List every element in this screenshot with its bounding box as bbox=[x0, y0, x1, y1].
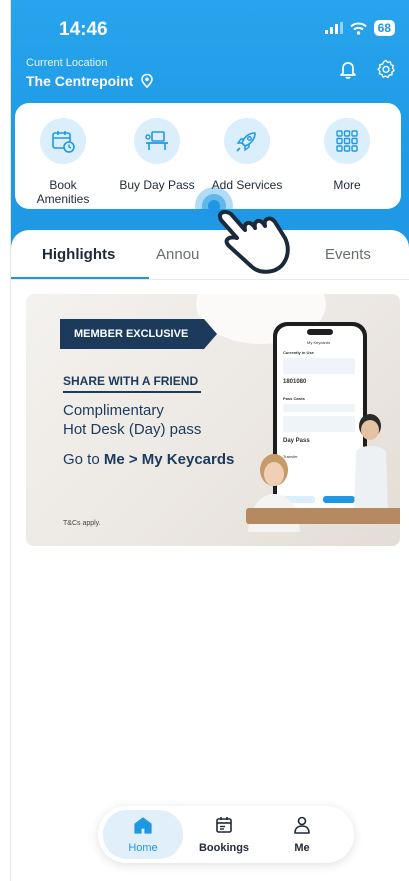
desk-icon bbox=[134, 118, 180, 164]
nav-label-me: Me bbox=[294, 842, 310, 854]
calendar-icon bbox=[216, 817, 232, 833]
home-icon bbox=[134, 817, 152, 834]
quick-action-buy-day-pass[interactable]: Buy Day Pass bbox=[111, 118, 203, 192]
share-underline bbox=[63, 391, 201, 393]
phone-pass-cards: Pass Cards bbox=[283, 396, 305, 401]
phone-title: My Keycards bbox=[307, 340, 331, 345]
person-icon bbox=[294, 816, 310, 834]
location-selector[interactable]: The Centrepoint bbox=[26, 73, 155, 89]
phone-currently: Currently in Use bbox=[283, 350, 314, 355]
promo-banner[interactable]: MEMBER EXCLUSIVE SHARE WITH A FRIEND Com… bbox=[26, 294, 400, 546]
signal-icon bbox=[324, 22, 343, 34]
tab-events[interactable]: Events bbox=[325, 246, 371, 263]
bottom-navigation: Home Bookings Me bbox=[98, 806, 354, 863]
share-heading: SHARE WITH A FRIEND bbox=[63, 374, 199, 388]
nav-bookings[interactable]: Bookings bbox=[184, 816, 264, 854]
tab-highlights[interactable]: Highlights bbox=[42, 246, 115, 263]
home-screen: 14:46 68 Current Location The Centrepoin… bbox=[10, 0, 409, 881]
location-pin-icon bbox=[141, 73, 154, 89]
nav-label-home: Home bbox=[128, 842, 158, 854]
settings-gear-icon[interactable] bbox=[375, 58, 397, 80]
grid-icon bbox=[324, 118, 370, 164]
complimentary-text: Complimentary Hot Desk (Day) pass bbox=[63, 402, 202, 438]
phone-day-pass: Day Pass bbox=[283, 438, 310, 444]
status-bar: 14:46 68 bbox=[11, 0, 409, 52]
member-exclusive-ribbon: MEMBER EXCLUSIVE bbox=[60, 319, 217, 349]
tandc-text: T&Cs apply. bbox=[63, 520, 101, 527]
status-icons: 68 bbox=[324, 20, 395, 36]
phone-chip-row bbox=[283, 404, 355, 412]
rocket-icon bbox=[224, 118, 270, 164]
calendar-clock-icon bbox=[40, 118, 86, 164]
nav-label-bookings: Bookings bbox=[198, 842, 250, 854]
current-location-label: Current Location bbox=[26, 57, 108, 69]
phone-number: 1801080 bbox=[283, 379, 307, 385]
quick-action-label: More bbox=[333, 178, 361, 192]
wifi-icon bbox=[349, 22, 367, 35]
goto-path: Me > My Keycards bbox=[103, 451, 235, 468]
goto-text: Go to Me > My Keycards bbox=[63, 451, 234, 468]
quick-action-more[interactable]: More bbox=[301, 118, 393, 192]
status-time: 14:46 bbox=[59, 19, 108, 40]
phone-card-row bbox=[283, 358, 355, 374]
tap-hand-icon bbox=[195, 187, 290, 274]
location-name: The Centrepoint bbox=[26, 73, 134, 89]
phone-notch bbox=[307, 329, 333, 335]
desk bbox=[246, 508, 400, 524]
battery-indicator: 68 bbox=[373, 20, 395, 36]
man-figure bbox=[354, 414, 390, 522]
notification-bell-icon[interactable] bbox=[337, 58, 359, 80]
quick-action-add-services[interactable]: Add Services bbox=[201, 118, 293, 192]
goto-prefix: Go to bbox=[63, 451, 104, 468]
quick-action-book-amenities[interactable]: Book Amenities bbox=[17, 118, 109, 206]
nav-me[interactable]: Me bbox=[262, 816, 342, 854]
quick-action-label: Book Amenities bbox=[36, 178, 90, 206]
nav-home[interactable]: Home bbox=[103, 816, 183, 854]
phone-card-row bbox=[283, 416, 355, 432]
